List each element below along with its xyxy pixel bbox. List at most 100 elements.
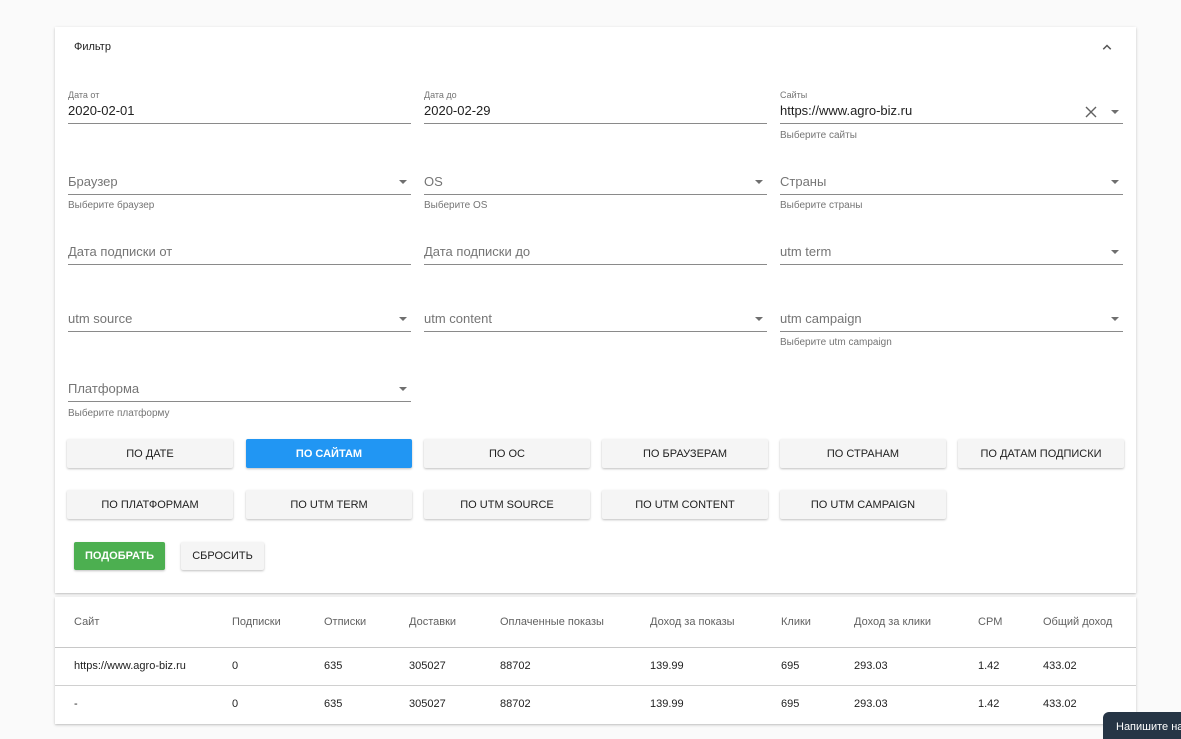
group-by-date-button[interactable]: ПО ДАТЕ	[67, 439, 233, 468]
subscription-date-from-field[interactable]: Дата подписки от	[68, 238, 411, 268]
platform-placeholder: Платформа	[68, 381, 140, 396]
chevron-down-icon[interactable]	[399, 317, 407, 321]
group-by-countries-button[interactable]: ПО СТРАНАМ	[780, 439, 946, 468]
column-header-deliveries[interactable]: Доставки	[409, 597, 500, 648]
subscription-date-to-placeholder: Дата подписки до	[424, 244, 531, 259]
results-table: Сайт Подписки Отписки Доставки Оплаченны…	[55, 597, 1136, 723]
cell-total-revenue: 433.02	[1043, 647, 1136, 686]
results-table-card: Сайт Подписки Отписки Доставки Оплаченны…	[55, 597, 1136, 724]
utm-source-select[interactable]: utm source	[68, 305, 411, 355]
cell-deliveries: 305027	[409, 647, 500, 686]
cell-cpm: 1.42	[978, 698, 1000, 711]
cell-site: https://www.agro-biz.ru	[55, 647, 232, 686]
platform-underline	[68, 401, 411, 402]
browser-placeholder: Браузер	[68, 174, 118, 189]
date-to-underline	[424, 123, 767, 124]
countries-placeholder: Страны	[780, 174, 827, 189]
column-header-paid-impressions[interactable]: Оплаченные показы	[500, 597, 650, 648]
filter-title: Фильтр	[74, 41, 111, 53]
cell-click-revenue: 293.03	[854, 647, 978, 686]
cell-subscriptions: 0	[232, 647, 324, 686]
table-row[interactable]: - 0 635 305027 88702 139.99 695 293.03 1…	[55, 685, 1136, 723]
utm-campaign-select[interactable]: utm campaign Выберите utm campaign	[780, 305, 1123, 355]
cell-paid-impressions: 88702	[500, 647, 650, 686]
cell-click-revenue: 293.03	[854, 698, 888, 711]
filter-panel: Фильтр Дата от 2020-02-01 Дата до 2020-0…	[55, 27, 1136, 593]
os-hint: Выберите OS	[424, 200, 488, 211]
date-to-value[interactable]: 2020-02-29	[424, 103, 491, 118]
column-header-site[interactable]: Сайт	[55, 597, 232, 648]
date-from-value[interactable]: 2020-02-01	[68, 103, 135, 118]
column-header-impression-revenue[interactable]: Доход за показы	[650, 597, 781, 648]
chevron-up-icon[interactable]	[1098, 38, 1116, 56]
cell-impression-revenue: 139.99	[650, 647, 781, 686]
apply-button[interactable]: ПОДОБРАТЬ	[74, 542, 165, 570]
subscription-date-to-field[interactable]: Дата подписки до	[424, 238, 767, 268]
group-by-subscription-dates-button[interactable]: ПО ДАТАМ ПОДПИСКИ	[958, 439, 1124, 468]
browser-select[interactable]: Браузер Выберите браузер	[68, 167, 411, 217]
cell-unsubscriptions: 635	[324, 698, 343, 711]
utm-campaign-placeholder: utm campaign	[780, 311, 862, 326]
date-from-label: Дата от	[68, 90, 100, 100]
os-select[interactable]: OS Выберите OS	[424, 167, 767, 217]
chevron-down-icon[interactable]	[399, 387, 407, 391]
close-icon[interactable]	[1085, 105, 1097, 118]
countries-select[interactable]: Страны Выберите страны	[780, 167, 1123, 217]
cell-site: -	[74, 698, 78, 711]
chat-widget-button[interactable]: Напишите на	[1103, 712, 1181, 739]
column-header-unsubscriptions[interactable]: Отписки	[324, 597, 409, 648]
group-by-utm-content-button[interactable]: ПО UTM CONTENT	[602, 490, 768, 519]
date-to-field[interactable]: Дата до 2020-02-29	[424, 87, 767, 147]
sites-label: Сайты	[780, 90, 808, 100]
group-by-utm-source-button[interactable]: ПО UTM SOURCE	[424, 490, 590, 519]
chevron-down-icon[interactable]	[755, 180, 763, 184]
group-by-sites-button[interactable]: ПО САЙТАМ	[246, 439, 412, 468]
chevron-down-icon[interactable]	[1111, 180, 1119, 184]
cell-unsubscriptions: 635	[324, 647, 409, 686]
group-by-utm-term-button[interactable]: ПО UTM TERM	[246, 490, 412, 519]
sites-underline	[780, 123, 1123, 124]
utm-term-underline	[780, 264, 1123, 265]
group-by-platforms-button[interactable]: ПО ПЛАТФОРМАМ	[67, 490, 233, 519]
chevron-down-icon[interactable]	[399, 180, 407, 184]
date-from-underline	[68, 123, 411, 124]
column-header-click-revenue[interactable]: Доход за клики	[854, 597, 978, 648]
utm-term-select[interactable]: utm term	[780, 238, 1123, 268]
group-by-os-button[interactable]: ПО ОС	[424, 439, 590, 468]
os-placeholder: OS	[424, 174, 443, 189]
utm-term-placeholder: utm term	[780, 244, 832, 259]
column-header-clicks[interactable]: Клики	[781, 597, 854, 648]
sites-select[interactable]: Сайты https://www.agro-biz.ru Выберите с…	[780, 87, 1123, 147]
chevron-down-icon[interactable]	[1111, 317, 1119, 321]
chevron-down-icon[interactable]	[1111, 110, 1119, 114]
os-underline	[424, 194, 767, 195]
column-header-subscriptions[interactable]: Подписки	[232, 597, 324, 648]
platform-select[interactable]: Платформа Выберите платформу	[68, 375, 411, 425]
date-from-field[interactable]: Дата от 2020-02-01	[68, 87, 411, 147]
group-by-browsers-button[interactable]: ПО БРАУЗЕРАМ	[602, 439, 768, 468]
table-header-row: Сайт Подписки Отписки Доставки Оплаченны…	[55, 597, 1136, 648]
cell-clicks: 695	[781, 647, 854, 686]
browser-hint: Выберите браузер	[68, 200, 155, 211]
column-header-cpm[interactable]: CPM	[978, 597, 1043, 648]
utm-content-select[interactable]: utm content	[424, 305, 767, 355]
chevron-down-icon[interactable]	[755, 317, 763, 321]
platform-hint: Выберите платформу	[68, 408, 170, 419]
subscription-date-from-underline	[68, 264, 411, 265]
cell-paid-impressions: 88702	[500, 698, 531, 711]
group-by-utm-campaign-button[interactable]: ПО UTM CAMPAIGN	[780, 490, 946, 519]
cell-cpm: 1.42	[978, 647, 1043, 686]
chevron-down-icon[interactable]	[1111, 250, 1119, 254]
browser-underline	[68, 194, 411, 195]
cell-clicks: 695	[781, 698, 800, 711]
subscription-date-from-placeholder: Дата подписки от	[68, 244, 173, 259]
column-header-total-revenue[interactable]: Общий доход	[1043, 597, 1136, 648]
sites-value[interactable]: https://www.agro-biz.ru	[780, 103, 912, 118]
utm-content-underline	[424, 331, 767, 332]
countries-hint: Выберите страны	[780, 200, 863, 211]
reset-button[interactable]: СБРОСИТЬ	[181, 542, 264, 570]
table-row[interactable]: https://www.agro-biz.ru 0 635 305027 887…	[55, 647, 1136, 686]
subscription-date-to-underline	[424, 264, 767, 265]
utm-campaign-underline	[780, 331, 1123, 332]
utm-source-placeholder: utm source	[68, 311, 133, 326]
